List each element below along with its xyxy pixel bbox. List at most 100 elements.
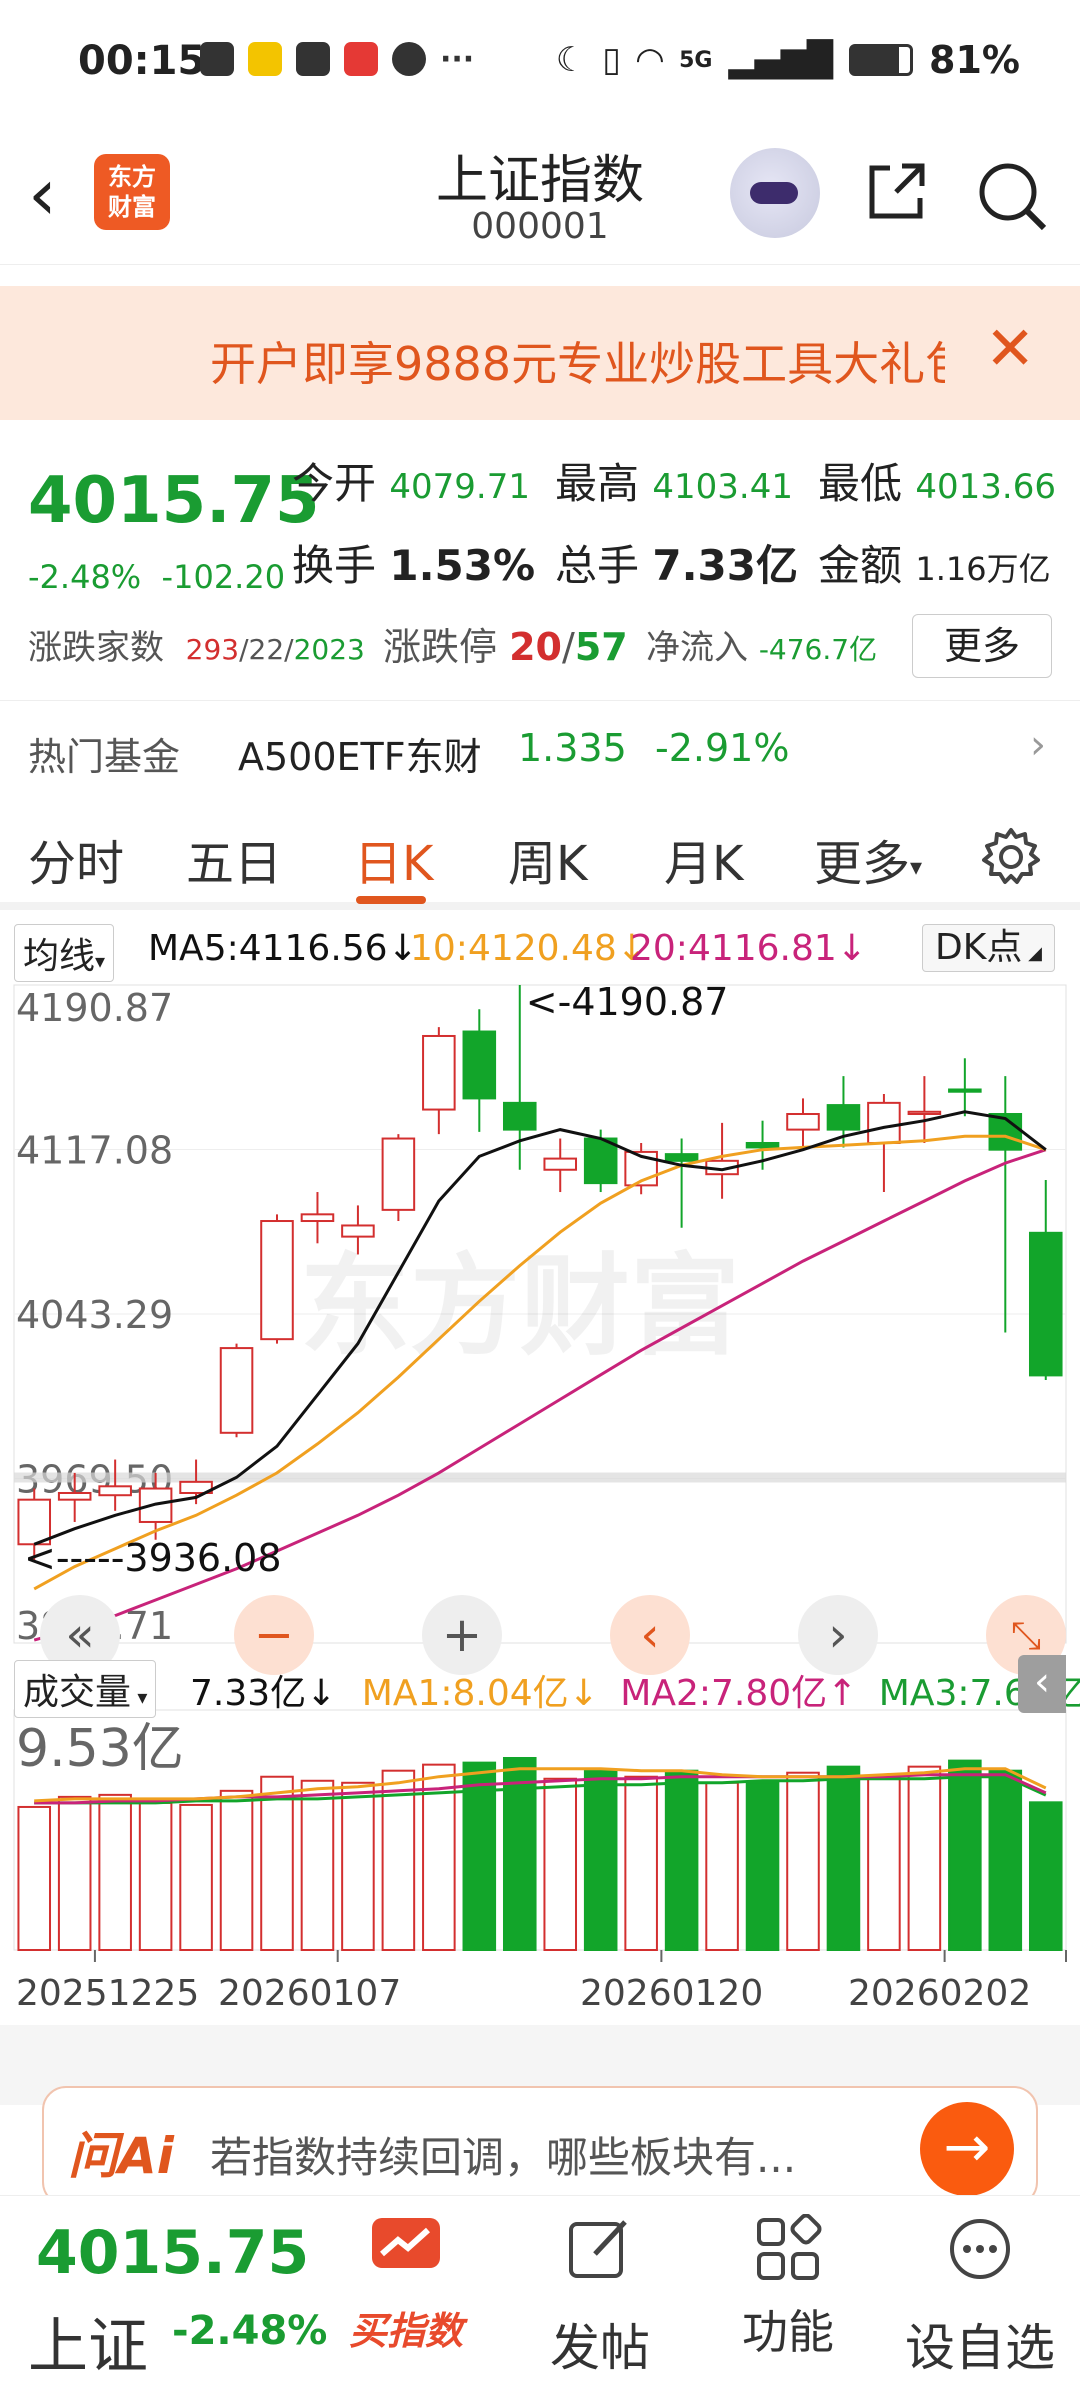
vibrate-icon: ▯	[602, 40, 621, 80]
change-pct: -2.48%	[28, 558, 142, 596]
hot-fund-label: 热门基金	[28, 735, 181, 779]
volume-bar	[543, 1777, 578, 1951]
chevron-right-icon: ›	[1030, 722, 1046, 768]
volume-bar	[867, 1775, 901, 1952]
low-marker: <-----3936.08	[24, 1536, 282, 1580]
candle-body	[219, 1347, 254, 1434]
candle-body	[300, 1213, 335, 1223]
zoom-out-icon[interactable]: −	[234, 1595, 314, 1675]
ai-ask-bar[interactable]: 问Ai 若指数持续回调，哪些板块有... →	[42, 2086, 1038, 2206]
amount-stat: 金额 1.16万亿	[818, 541, 1051, 590]
volume-bar	[988, 1769, 1023, 1952]
volume-bar	[219, 1789, 254, 1952]
close-icon[interactable]: ✕	[985, 314, 1035, 384]
arrow-right-icon[interactable]: →	[920, 2102, 1014, 2196]
search-icon[interactable]	[972, 156, 1052, 236]
y-tick-label: 4043.29	[16, 1293, 173, 1337]
tab-monthly-k[interactable]: 月K	[664, 824, 743, 894]
promo-banner[interactable]: 开户即享9888元专业炒股工具大礼包 ✕	[0, 286, 1080, 420]
y-tick-label: 4190.87	[16, 986, 173, 1030]
trend-chart-icon	[372, 2218, 440, 2268]
volume-bar	[664, 1769, 699, 1952]
candle-body	[745, 1141, 780, 1149]
status-right: ☾ ▯ ◠ 5G ▂▄▆█ 81%	[556, 38, 1020, 82]
indicator-selector[interactable]: 均线▾	[14, 924, 115, 982]
dk-point-button[interactable]: DK点 ◢	[922, 924, 1055, 972]
limit-stat: 涨跌停 20/57	[383, 625, 628, 669]
hot-fund-row[interactable]: 热门基金 A500ETF东财 1.335 -2.91% ›	[0, 700, 1080, 794]
candle-body	[502, 1101, 537, 1131]
status-app-icons: ···	[200, 42, 474, 77]
network-label: 5G	[679, 47, 713, 73]
tab-five-day[interactable]: 五日	[186, 824, 282, 894]
gear-icon[interactable]	[980, 826, 1042, 888]
x-tick-label: 20260202	[848, 1973, 1031, 2014]
post-button[interactable]: 发帖	[520, 2196, 680, 2389]
upload-icon	[296, 42, 330, 76]
volume-bar	[583, 1769, 618, 1952]
ma5-value: MA5:4116.56↓	[148, 928, 418, 969]
breadth-stat: 涨跌家数 293/22/2023	[28, 628, 365, 668]
zoom-in-icon[interactable]: +	[422, 1595, 502, 1675]
volume-bar	[745, 1781, 780, 1952]
chart-period-tabs: 分时 五日 日K 周K 月K 更多▾	[0, 800, 1080, 910]
vol-ma2-value: MA2:7.80亿↑	[620, 1673, 858, 1714]
signal-icon: ▂▄▆█	[728, 40, 834, 80]
volume-indicator-selector[interactable]: 成交量 ▾	[14, 1660, 157, 1718]
app-notification-icon	[248, 42, 282, 76]
buy-index-button[interactable]: 买指数	[326, 2196, 486, 2389]
scroll-right-icon[interactable]: ›	[798, 1595, 878, 1675]
candle-body	[422, 1034, 456, 1111]
volume-bar	[179, 1803, 213, 1951]
ma-legend: 均线▾ MA5:4116.56↓ 10:4120.48↓ 20:4116.81↓	[0, 918, 1080, 982]
volume-bar	[57, 1795, 92, 1952]
candle-body	[341, 1224, 375, 1238]
tab-more[interactable]: 更多▾	[814, 824, 922, 894]
x-tick-label: 20260120	[580, 1973, 763, 2014]
candle-body	[1028, 1231, 1063, 1377]
watermark: 东方财富	[300, 1243, 740, 1371]
scroll-left-icon[interactable]: ‹	[610, 1595, 690, 1675]
candle-body	[664, 1153, 699, 1162]
ai-logo: 问Ai	[68, 2127, 174, 2185]
volume-legend: 7.33亿↓ MA1:8.04亿↓ MA2:7.80亿↑ MA3:7.69亿↑	[190, 1664, 1080, 1716]
volume-bar	[826, 1765, 861, 1951]
index-price: 4015.75	[28, 464, 320, 538]
quote-panel: 4015.75 -2.48% -102.20 今开 4079.71 最高 410…	[0, 420, 1080, 700]
functions-label: 功能	[742, 2305, 834, 2359]
buy-index-label: 买指数	[348, 2309, 463, 2353]
watchlist-label: 设自选	[905, 2319, 1055, 2377]
volume-bar	[381, 1769, 416, 1952]
add-watchlist-button[interactable]: 设自选	[900, 2196, 1060, 2389]
functions-button[interactable]: 功能	[708, 2196, 868, 2389]
candle-body	[381, 1137, 416, 1211]
more-stats-button[interactable]: 更多	[912, 614, 1052, 678]
candle-body	[786, 1113, 820, 1131]
tab-daily-k[interactable]: 日K	[354, 824, 433, 894]
change-abs: -102.20	[161, 558, 286, 596]
share-icon[interactable]	[860, 156, 932, 228]
high-stat: 最高 4103.41	[555, 459, 793, 508]
y-tick-label: 4117.08	[16, 1129, 173, 1173]
volume-bar	[300, 1779, 335, 1951]
x-tick-label: 20251225	[16, 1973, 199, 2014]
volume-bar	[341, 1781, 375, 1952]
volume-value: 7.33亿↓	[190, 1673, 337, 1714]
promo-text: 开户即享9888元专业炒股工具大礼包	[210, 337, 945, 391]
hot-fund-change: -2.91%	[655, 726, 790, 770]
tab-weekly-k[interactable]: 周K	[508, 824, 587, 894]
candle-body	[826, 1104, 861, 1131]
ai-robot-avatar[interactable]	[730, 148, 820, 238]
candle-body	[907, 1110, 942, 1116]
tab-intraday[interactable]: 分时	[28, 824, 124, 894]
open-stat: 今开 4079.71	[292, 459, 530, 508]
volume-bar	[260, 1775, 294, 1952]
kline-chart[interactable]: 4190.874117.084043.293969.503895.71东方财富<…	[0, 975, 1080, 2105]
moon-icon: ☾	[555, 40, 587, 80]
nav-index-name: 上证	[28, 2312, 148, 2382]
volume-bar	[705, 1781, 739, 1952]
candle-body	[462, 1030, 497, 1100]
battery-level: 81%	[929, 38, 1020, 82]
collapse-panel-icon[interactable]: ‹	[1018, 1655, 1066, 1713]
volume-stat: 总手 7.33亿	[555, 541, 799, 590]
